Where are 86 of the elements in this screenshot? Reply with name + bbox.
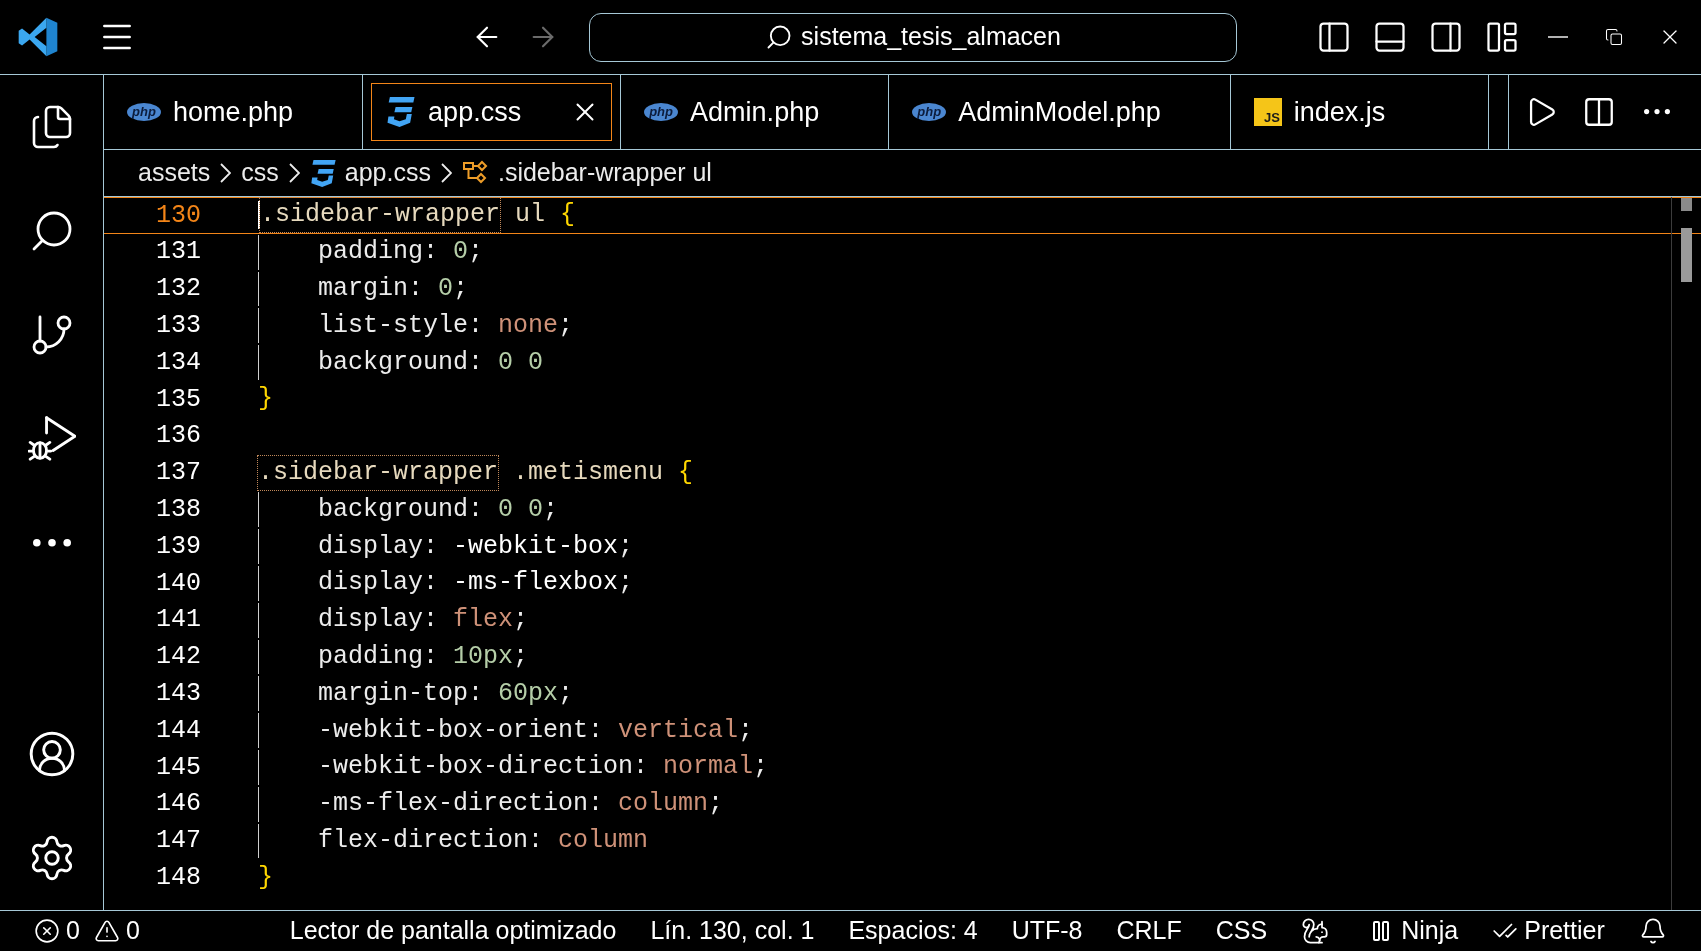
- minimize-icon: [1548, 36, 1568, 38]
- chevron-icon: [220, 163, 232, 183]
- line-number: 133: [155, 310, 201, 343]
- breadcrumb-item[interactable]: app.css: [309, 154, 431, 192]
- code-line: padding: 10px;: [318, 640, 529, 673]
- breadcrumb-item[interactable]: assets: [138, 154, 211, 192]
- panel-bottom-icon: [1372, 19, 1408, 55]
- code-line: list-style: none;: [318, 309, 574, 342]
- status-item[interactable]: UTF-8: [1011, 912, 1083, 950]
- line-number: 140: [155, 567, 201, 600]
- breadcrumb-item[interactable]: .sidebar-wrapper ul: [461, 154, 712, 192]
- status-item[interactable]: Ninja: [1369, 912, 1459, 950]
- code-line: -webkit-box-orient: vertical;: [318, 714, 754, 747]
- status-item[interactable]: CRLF: [1116, 912, 1182, 950]
- code-line: .sidebar-wrapper .metismenu {: [258, 455, 694, 490]
- status-item[interactable]: Espacios: 4: [848, 912, 978, 950]
- line-number: 142: [155, 641, 201, 674]
- tab[interactable]: JS index.js: [1238, 83, 1480, 141]
- notifications-button[interactable]: [1639, 917, 1667, 945]
- restore-icon: [1605, 28, 1623, 46]
- file-type-badge: php: [912, 103, 947, 121]
- code-line: margin: 0;: [318, 273, 469, 305]
- warning-icon: [93, 918, 120, 944]
- extension-status-button[interactable]: [1301, 917, 1330, 945]
- status-item[interactable]: Lector de pantalla optimizado: [289, 912, 617, 950]
- app-logo: [17, 16, 59, 58]
- split-icon: [1582, 95, 1616, 129]
- line-number: 132: [155, 273, 201, 306]
- css-file-icon: [386, 97, 417, 127]
- code-line: display: flex;: [318, 604, 529, 637]
- code-line: }: [258, 861, 273, 894]
- ellipsis-icon: [1644, 109, 1670, 115]
- breadcrumb-item[interactable]: css: [241, 154, 279, 192]
- scrollbar-thumb[interactable]: [1681, 228, 1692, 282]
- line-number: 144: [155, 714, 201, 747]
- line-number: 135: [155, 383, 201, 416]
- line-number: 145: [155, 751, 201, 784]
- code-line: flex-direction: column: [318, 824, 649, 857]
- line-number: 143: [155, 678, 201, 710]
- line-number: 136: [155, 420, 201, 453]
- line-number: 147: [155, 825, 201, 858]
- line-number: 138: [155, 494, 201, 527]
- status-item[interactable]: Prettier: [1492, 912, 1605, 950]
- panel-left-icon: [1316, 19, 1352, 55]
- line-number: 137: [155, 457, 201, 490]
- file-type-badge: php: [644, 103, 679, 121]
- tab[interactable]: php home.php: [112, 83, 355, 141]
- line-number: 141: [155, 604, 201, 637]
- ellipsis-icon: [32, 539, 71, 547]
- line-number: 148: [155, 862, 201, 894]
- text-cursor: [258, 201, 260, 230]
- command-center[interactable]: sistema_tesis_almacen: [589, 12, 1237, 62]
- line-number: 146: [155, 788, 201, 821]
- code-line: padding: 0;: [318, 236, 484, 269]
- file-type-badge: JS: [1253, 98, 1282, 126]
- line-number: 131: [155, 236, 201, 269]
- bug-play-icon: [27, 415, 76, 463]
- ruler-marker: [1681, 198, 1692, 211]
- code-line: -ms-flex-direction: column;: [318, 788, 724, 821]
- layout-icon: [1484, 19, 1520, 55]
- tab[interactable]: app.css: [371, 83, 613, 141]
- code-line: display: -webkit-box;: [318, 530, 634, 563]
- code-line: display: -ms-flexbox;: [318, 567, 634, 600]
- chevron-icon: [440, 163, 452, 183]
- line-number: 130: [155, 199, 201, 232]
- problems-button[interactable]: 0 0: [34, 912, 140, 950]
- file-type-badge: php: [127, 103, 161, 121]
- status-item[interactable]: CSS: [1215, 912, 1268, 950]
- code-line: }: [258, 383, 273, 416]
- code-line: margin-top: 60px;: [318, 677, 574, 710]
- squirrel-icon: [1301, 917, 1330, 945]
- tab[interactable]: php Admin.php: [629, 83, 881, 141]
- status-item[interactable]: Lín. 130, col. 1: [650, 912, 815, 950]
- structure-icon: [461, 160, 490, 186]
- code-line: background: 0 0: [318, 346, 544, 379]
- line-number: 139: [155, 530, 201, 563]
- code-line: -webkit-box-direction: normal;: [318, 751, 769, 784]
- chevron-icon: [288, 163, 300, 183]
- code-line: .sidebar-wrapper ul {: [260, 198, 576, 233]
- line-number: 134: [155, 346, 201, 379]
- bell-icon: [1639, 917, 1667, 945]
- code-line: background: 0 0;: [318, 493, 559, 526]
- panel-right-icon: [1428, 19, 1464, 55]
- error-icon: [34, 918, 60, 944]
- css-file-icon: [309, 159, 337, 187]
- tab[interactable]: php AdminModel.php: [897, 83, 1222, 141]
